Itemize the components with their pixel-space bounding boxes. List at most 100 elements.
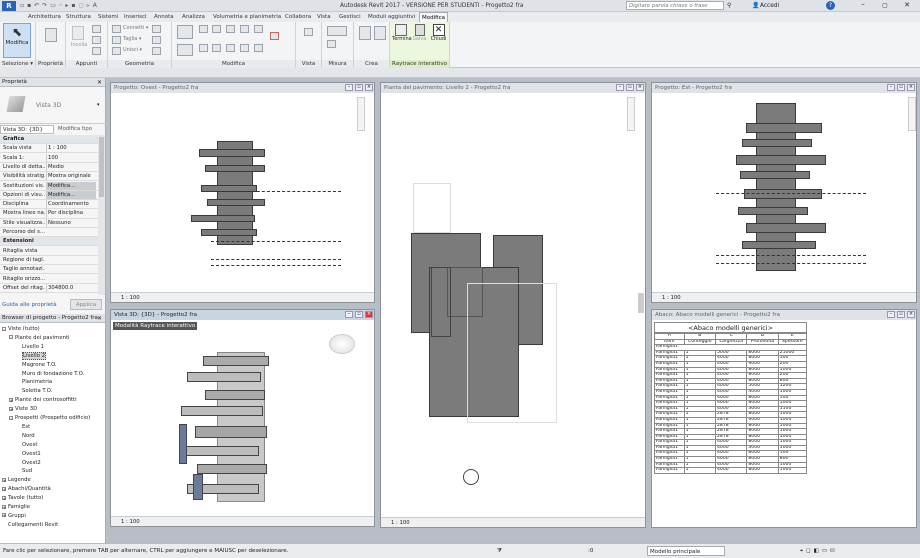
plan-scrollbar[interactable] — [638, 293, 644, 313]
cut-geometry-icon[interactable] — [112, 36, 121, 44]
browser-item[interactable]: + Famiglie — [2, 503, 30, 512]
navigation-bar[interactable] — [908, 97, 916, 131]
browser-item[interactable]: Ovest1 — [16, 450, 41, 459]
schedule-cell[interactable]: Conteggio — [683, 338, 716, 346]
property-value[interactable]: 1 : 100 — [46, 144, 96, 153]
browser-item[interactable]: Sud — [16, 467, 32, 476]
cut-icon[interactable] — [92, 25, 101, 33]
properties-help-link[interactable]: Guida alle proprietà — [2, 302, 57, 308]
search-input[interactable]: Digitare parola chiave o frase — [626, 1, 724, 10]
property-value[interactable]: Medio — [46, 162, 96, 172]
view-close-button[interactable]: × — [907, 311, 915, 318]
view-minimize-button[interactable]: – — [887, 84, 895, 91]
view-control-bar[interactable]: 1 : 100 — [111, 516, 374, 526]
tab-gestisci[interactable]: Gestisci — [337, 12, 363, 22]
help-icon[interactable]: ? — [826, 1, 835, 10]
raytrace-close-button[interactable]: ✕ Chiudi — [429, 24, 448, 50]
view-close-button[interactable]: × — [907, 84, 915, 91]
schedule-cell[interactable]: 1 — [683, 467, 716, 474]
apply-button[interactable]: Applica — [70, 299, 102, 310]
wall-join-icon[interactable] — [152, 25, 161, 33]
minimize-button[interactable]: – — [856, 0, 870, 11]
browser-item[interactable]: + Gruppi — [2, 512, 26, 521]
view-minimize-button[interactable]: – — [345, 311, 353, 318]
view-est[interactable]: Progetto: Est - Progetto2 fra – ▫ × 1 : … — [651, 82, 917, 303]
browser-item[interactable]: Muro di fondazione T.O. — [16, 370, 84, 379]
tab-sistemi[interactable]: Sistemi — [96, 12, 120, 22]
schedule-table[interactable]: A B C D E Item Conteggio Larghezza Profondità Spe… — [654, 333, 808, 474]
expand-toggle-icon[interactable]: + — [9, 406, 13, 411]
expand-toggle-icon[interactable]: - — [2, 326, 6, 331]
trim-icon[interactable] — [226, 25, 235, 33]
view-control-bar[interactable]: 1 : 100 — [381, 517, 645, 527]
quick-access-toolbar[interactable]: ▫▪↶↷▭◦▸▪◌▹A — [20, 2, 140, 10]
paste-icon[interactable] — [72, 26, 84, 40]
property-value[interactable]: 304800.0 — [46, 283, 96, 292]
view-restore-button[interactable]: ▫ — [897, 311, 905, 318]
expand-toggle-icon[interactable]: - — [9, 415, 13, 420]
tab-inserisci[interactable]: Inserisci — [122, 12, 149, 22]
view-close-button[interactable]: × — [365, 311, 373, 318]
view-close-button[interactable]: × — [636, 84, 644, 91]
property-value[interactable]: Modifica... — [46, 190, 96, 199]
expand-toggle-icon[interactable]: + — [9, 397, 13, 402]
browser-item[interactable]: Ovest — [16, 441, 37, 450]
view-control-bar[interactable]: 1 : 100 — [652, 292, 916, 302]
match-icon[interactable] — [92, 47, 101, 55]
tab-collabora[interactable]: Collabora — [283, 12, 313, 22]
view-minimize-button[interactable]: – — [616, 84, 624, 91]
view-control-bar[interactable]: 1 : 100 — [111, 292, 374, 302]
properties-icon[interactable] — [45, 28, 57, 42]
expand-toggle-icon[interactable]: + — [2, 495, 6, 500]
maximize-button[interactable]: ▢ — [878, 0, 892, 11]
view-icon[interactable] — [304, 28, 313, 36]
cope-icon[interactable] — [112, 25, 121, 33]
user-icon[interactable]: 👤 — [752, 1, 760, 10]
schedule-cell[interactable]: Spessore — [777, 338, 808, 346]
signin-button[interactable]: Accedi — [760, 0, 779, 12]
scale-icon[interactable] — [240, 44, 249, 52]
split-icon[interactable] — [226, 44, 235, 52]
expand-toggle-icon[interactable]: + — [2, 486, 6, 491]
browser-item[interactable]: + Piante dei controsoffitti — [9, 396, 77, 405]
browser-item[interactable]: Livello 2 — [16, 351, 47, 361]
view-3d[interactable]: Vista 3D: {3D} - Progetto2 fra – ▫ × Mod… — [110, 309, 375, 527]
view-minimize-button[interactable]: – — [345, 84, 353, 91]
browser-item[interactable]: Nord — [16, 432, 35, 441]
schedule-cell[interactable]: 8000 — [746, 467, 779, 474]
table-row[interactable]: Famiglia1 1 4000 8000 1000 — [654, 467, 808, 474]
join-label[interactable]: Connetti ▾ — [123, 25, 148, 31]
browser-item[interactable]: Soletta T.O. — [16, 387, 52, 396]
navigation-bar[interactable] — [357, 97, 365, 131]
dropdown-arrow-icon[interactable]: ▾ — [97, 102, 100, 108]
mirror-icon[interactable] — [212, 25, 221, 33]
create-group-icon[interactable] — [359, 26, 371, 40]
properties-section[interactable]: Grafica — [0, 135, 98, 145]
close-button[interactable]: ✕ — [900, 0, 914, 11]
raytrace-finish-button[interactable]: Termina — [392, 24, 412, 50]
property-value[interactable]: Modifica... — [46, 181, 96, 190]
tab-annota[interactable]: Annota — [152, 12, 176, 22]
expand-toggle-icon[interactable]: - — [9, 335, 13, 340]
palette-close-icon[interactable]: ✕ — [97, 79, 102, 86]
browser-item[interactable]: + Tavole (tutto) — [2, 494, 43, 503]
copy-icon[interactable] — [92, 36, 101, 44]
model-selector[interactable]: Modello principale — [647, 546, 725, 556]
tab-modifica[interactable]: Modifica — [419, 12, 448, 22]
browser-item[interactable]: - Viste (tutto) — [2, 325, 40, 334]
paint-icon[interactable] — [152, 47, 161, 55]
property-value[interactable]: 100 — [46, 153, 96, 162]
modify-button[interactable]: ⬉ Modifica — [3, 23, 31, 58]
expand-toggle-icon[interactable]: + — [2, 513, 6, 518]
browser-item[interactable]: + Abachi/Quantità — [2, 485, 51, 494]
property-value[interactable]: Per disciplina — [46, 209, 96, 218]
cut-label[interactable]: Taglia ▾ — [123, 36, 141, 42]
edit-type-button[interactable]: Modifica tipo — [58, 125, 92, 134]
browser-item[interactable]: Collegamenti Revit — [2, 521, 58, 530]
view-restore-button[interactable]: ▫ — [355, 84, 363, 91]
browser-item[interactable]: Planimetria — [16, 378, 52, 387]
browser-close-icon[interactable]: ✕ — [97, 315, 102, 322]
delete-icon[interactable] — [270, 32, 279, 40]
binoculars-icon[interactable]: ⚲ — [727, 2, 735, 10]
unpin-icon[interactable] — [254, 44, 263, 52]
